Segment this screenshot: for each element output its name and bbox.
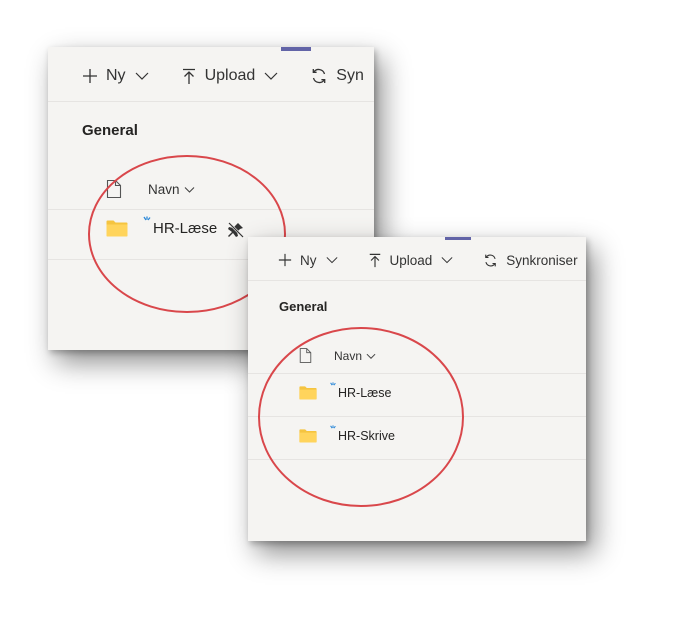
upload-icon	[181, 68, 197, 85]
list-item[interactable]: HR-Læse	[106, 216, 245, 239]
column-name-label: Navn	[148, 181, 180, 197]
upload-label: Upload	[204, 67, 256, 84]
new-label: Ny	[106, 67, 126, 84]
chevron-down-icon	[441, 254, 453, 266]
upload-button[interactable]: Upload	[181, 67, 279, 85]
row-divider	[248, 459, 586, 460]
list-item[interactable]: HR-Læse	[299, 381, 392, 400]
row-divider	[248, 373, 586, 374]
item-name[interactable]: HR-Læse	[338, 386, 392, 400]
sync-label: Syn	[336, 67, 364, 84]
sync-label: Synkroniser	[506, 252, 578, 268]
row-divider	[248, 416, 586, 417]
chevron-down-icon	[135, 69, 149, 83]
item-name[interactable]: HR-Læse	[153, 220, 217, 237]
chevron-down-icon	[325, 254, 338, 266]
files-panel-bottom: Ny Upload Synkroniser General Navn HR-Læ…	[248, 237, 586, 541]
new-button[interactable]: Ny	[82, 67, 149, 85]
command-bar: Ny Upload Syn	[48, 51, 374, 102]
sync-button[interactable]: Syn	[310, 67, 364, 85]
file-type-icon	[106, 179, 122, 199]
sync-status-icon	[142, 216, 152, 226]
chevron-down-icon	[264, 69, 278, 83]
folder-icon	[299, 385, 317, 400]
section-title: General	[279, 299, 328, 314]
list-item[interactable]: HR-Skrive	[299, 424, 395, 443]
chevron-down-icon	[366, 351, 376, 361]
item-name[interactable]: HR-Skrive	[338, 429, 395, 443]
plus-icon	[278, 253, 292, 267]
new-button[interactable]: Ny	[278, 253, 338, 268]
new-label: Ny	[300, 252, 317, 268]
sync-button[interactable]: Synkroniser	[483, 252, 578, 268]
command-bar: Ny Upload Synkroniser	[248, 240, 586, 281]
sync-icon	[483, 253, 498, 268]
column-header-name[interactable]: Navn	[106, 179, 195, 199]
sync-icon	[310, 67, 328, 85]
folder-icon	[299, 428, 317, 443]
chevron-down-icon	[184, 184, 195, 195]
upload-label: Upload	[389, 252, 433, 268]
file-type-icon	[299, 347, 312, 364]
column-header-name[interactable]: Navn	[299, 347, 376, 364]
sync-status-icon	[329, 381, 337, 390]
upload-icon	[368, 253, 382, 268]
upload-button[interactable]: Upload	[368, 253, 454, 268]
sync-status-icon	[329, 424, 337, 433]
folder-icon	[106, 219, 128, 237]
section-title: General	[82, 122, 138, 139]
pin-off-icon[interactable]	[227, 221, 245, 239]
plus-icon	[82, 68, 98, 84]
row-divider	[48, 209, 374, 210]
column-name-label: Navn	[334, 348, 363, 363]
